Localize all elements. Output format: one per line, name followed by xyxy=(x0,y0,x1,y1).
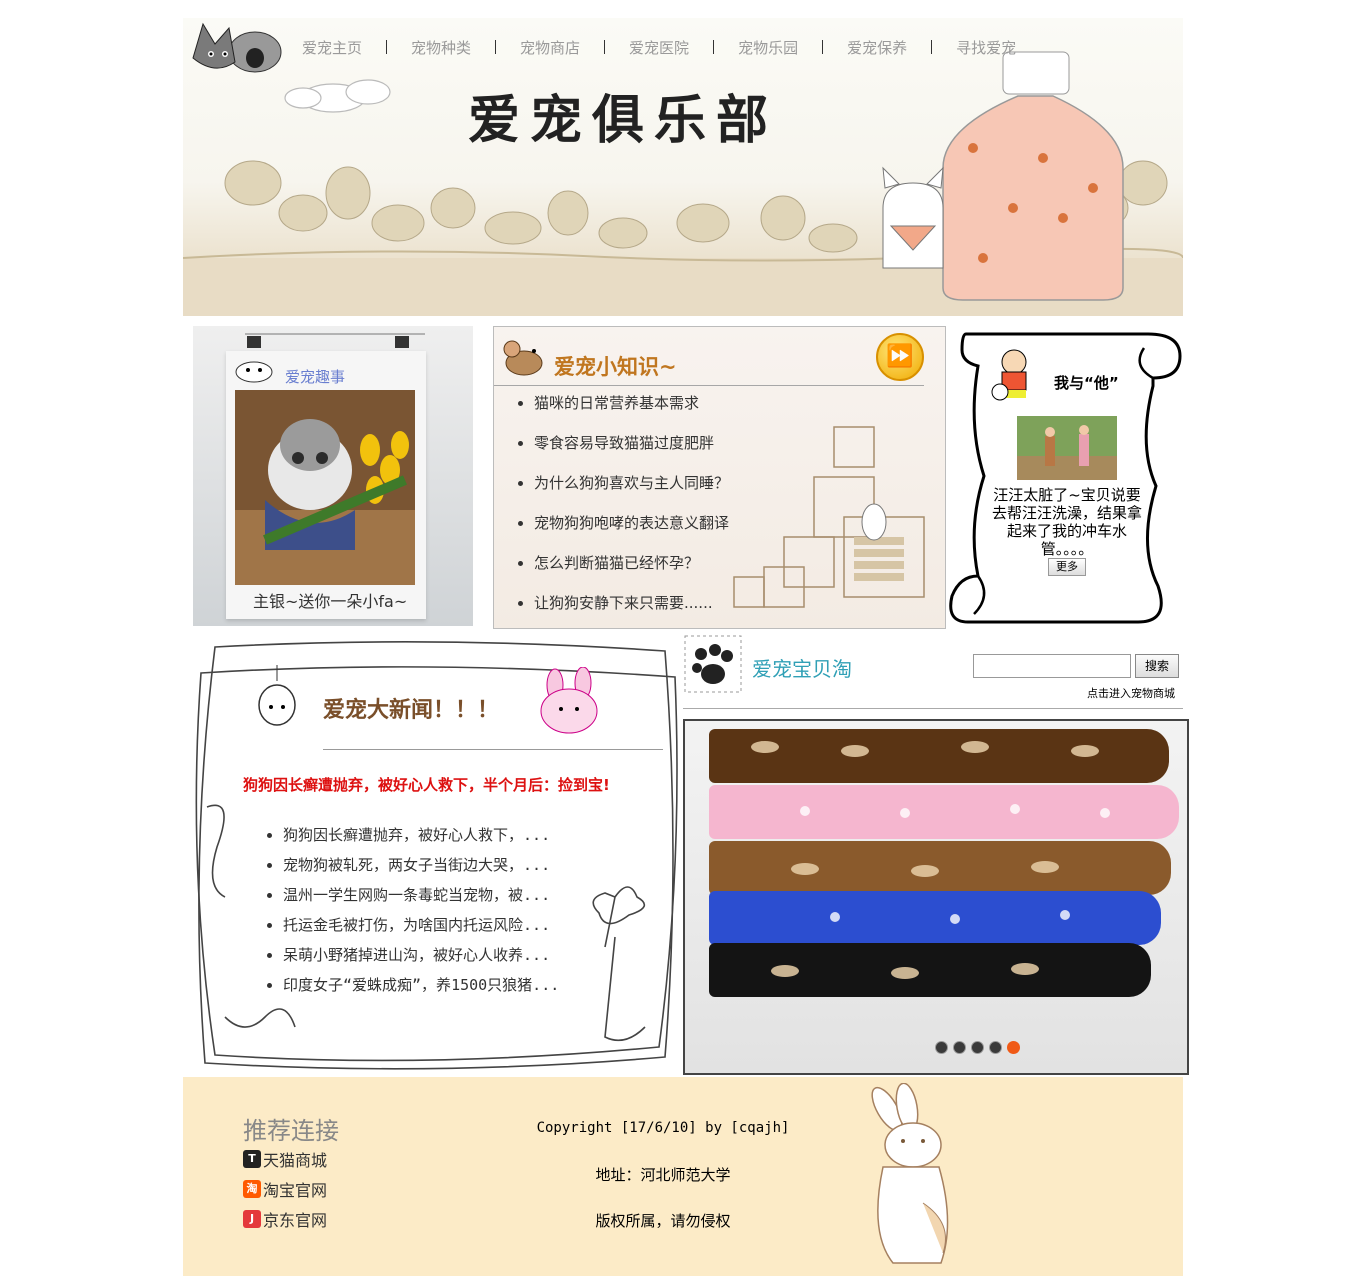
product-slider[interactable] xyxy=(683,719,1189,1075)
list-item[interactable]: 怎么判断猫猫已经怀孕？ xyxy=(534,543,945,583)
cartoon-boy-icon xyxy=(991,349,1027,401)
list-item[interactable]: 托运金毛被打伤，为啥国内托运风险... xyxy=(283,910,559,940)
club-title: 爱宠俱乐部 xyxy=(468,90,779,151)
copyright-text: Copyright [17/6/10] by [cqajh] xyxy=(536,1120,790,1136)
slider-dot[interactable] xyxy=(971,1041,984,1054)
list-item[interactable]: 印度女子“爱蛛成痴”，养1500只狼猪... xyxy=(283,970,559,1000)
taobao-icon: 淘 xyxy=(243,1180,261,1198)
footer: 推荐连接 T 天猫商城 淘 淘宝官网 J 京东官网 Copyright [17/… xyxy=(183,1077,1183,1276)
rights-text: 版权所属，请勿侵权 xyxy=(595,1212,731,1230)
link-label[interactable]: 天猫商城 xyxy=(263,1147,327,1171)
nav-item-shop[interactable]: 宠物商店 xyxy=(496,37,604,58)
kids-photo[interactable] xyxy=(1017,416,1117,480)
news-list: 狗狗因长癣遭抛弃，被好心人救下，... 宠物狗被轧死，两女子当街边大哭，... … xyxy=(259,820,559,1000)
slider-dot[interactable] xyxy=(935,1041,948,1054)
wolf-logo-icon[interactable] xyxy=(187,18,283,80)
list-item[interactable]: 宠物狗狗咆哮的表达意义翻译 xyxy=(534,503,945,543)
shop-title: 爱宠宝贝淘 xyxy=(752,657,852,681)
story-text: 汪汪太脏了~宝贝说要去帮汪汪洗澡，结果拿起来了我的冲车水管。。。。 xyxy=(992,486,1143,558)
slider-pagination xyxy=(935,1041,1020,1054)
list-item[interactable]: 狗狗因长癣遭抛弃，被好心人救下，... xyxy=(283,820,559,850)
nav-item-care[interactable]: 爱宠保养 xyxy=(823,37,931,58)
pet-fun-panel: 爱宠趣事 主银~送你一朵小fa~ xyxy=(193,326,473,626)
knowledge-list: 猫咪的日常营养基本需求 零食容易导致猫猫过度肥胖 为什么狗狗喜欢与主人同睡？ 宠… xyxy=(512,383,945,623)
enter-shop-link[interactable]: 点击进入宠物商城 xyxy=(1087,685,1175,701)
story-scroll-panel: 我与“他” 汪汪太脏了~宝贝说要去帮汪汪洗澡，结果拿起来了我的冲车水管。。。。 … xyxy=(948,326,1184,626)
fun-caption: 主银~送你一朵小fa~ xyxy=(253,592,408,611)
slider-dot-active[interactable] xyxy=(1007,1041,1020,1054)
link-taobao[interactable]: 淘 淘宝官网 xyxy=(243,1177,327,1201)
cat-with-flowers-image[interactable] xyxy=(235,390,415,585)
pink-bunny-icon xyxy=(540,667,598,734)
divider xyxy=(683,708,1183,709)
list-item[interactable]: 呆萌小野猪掉进山沟，被好心人收养... xyxy=(283,940,559,970)
paw-print-icon xyxy=(684,635,742,693)
cat-doodle-icon xyxy=(235,361,273,383)
story-title: 我与“他” xyxy=(1054,374,1119,392)
jd-icon: J xyxy=(243,1210,261,1228)
search-input[interactable] xyxy=(973,654,1131,678)
knowledge-title: 爱宠小知识~ xyxy=(554,355,677,379)
nav-item-park[interactable]: 宠物乐园 xyxy=(714,37,822,58)
news-title: 爱宠大新闻！！！ xyxy=(323,697,500,723)
hanging-mouse-icon xyxy=(258,665,296,726)
pet-news-panel: 爱宠大新闻！！！ 狗狗因长癣遭抛弃，被好心人救下，半个月后：捡到宝! 狗狗因长癣… xyxy=(185,637,685,1077)
more-button[interactable]: 更多 xyxy=(1048,558,1086,576)
nav-item-find[interactable]: 寻找爱宠 xyxy=(932,37,1040,58)
recommend-title: 推荐连接 xyxy=(243,1117,339,1145)
news-headline[interactable]: 狗狗因长癣遭抛弃，被好心人救下，半个月后：捡到宝! xyxy=(243,774,610,795)
mouse-icon xyxy=(503,340,543,376)
link-label[interactable]: 京东官网 xyxy=(263,1207,327,1231)
clip-icon xyxy=(245,333,425,348)
tmall-icon: T xyxy=(243,1150,261,1168)
pet-knowledge-panel: 爱宠小知识~ ⏩ 猫咪的日常营养基本需求 零食容易导致猫猫过度肥胖 为什么狗狗喜… xyxy=(493,326,946,629)
list-item[interactable]: 猫咪的日常营养基本需求 xyxy=(534,383,945,423)
list-item[interactable]: 温州一学生网购一条毒蛇当宠物，被... xyxy=(283,880,559,910)
link-label[interactable]: 淘宝官网 xyxy=(263,1177,327,1201)
slider-dot[interactable] xyxy=(989,1041,1002,1054)
header-banner: 爱宠主页 宠物种类 宠物商店 爱宠医院 宠物乐园 爱宠保养 寻找爱宠 爱宠俱乐部 xyxy=(183,18,1183,316)
list-item[interactable]: 零食容易导致猫猫过度肥胖 xyxy=(534,423,945,463)
rabbit-illustration xyxy=(871,1083,949,1264)
nav-item-species[interactable]: 宠物种类 xyxy=(387,37,495,58)
slider-dot[interactable] xyxy=(953,1041,966,1054)
divider xyxy=(323,749,663,750)
list-item[interactable]: 让狗狗安静下来只需要...... xyxy=(534,583,945,623)
link-tmall[interactable]: T 天猫商城 xyxy=(243,1147,327,1171)
blanket-spots xyxy=(751,741,1110,979)
main-navigation: 爱宠主页 宠物种类 宠物商店 爱宠医院 宠物乐园 爱宠保养 寻找爱宠 xyxy=(278,36,1040,58)
link-jd[interactable]: J 京东官网 xyxy=(243,1207,327,1231)
search-button[interactable]: 搜索 xyxy=(1135,654,1179,678)
banner-illustration xyxy=(183,51,1183,316)
list-item[interactable]: 宠物狗被轧死，两女子当街边大哭，... xyxy=(283,850,559,880)
address-text: 地址：河北师范大学 xyxy=(595,1166,731,1184)
nav-item-home[interactable]: 爱宠主页 xyxy=(278,37,386,58)
list-item[interactable]: 为什么狗狗喜欢与主人同睡？ xyxy=(534,463,945,503)
nav-item-hospital[interactable]: 爱宠医院 xyxy=(605,37,713,58)
fun-title: 爱宠趣事 xyxy=(285,368,346,386)
forward-icon[interactable]: ⏩ xyxy=(876,333,924,381)
